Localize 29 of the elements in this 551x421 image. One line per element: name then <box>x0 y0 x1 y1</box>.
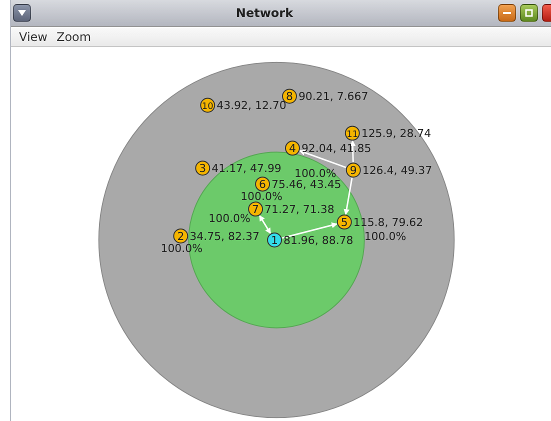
minimize-icon <box>503 12 511 14</box>
percent-label: 100.0% <box>364 230 406 243</box>
node-marker[interactable]: 11 <box>344 126 360 141</box>
coordinates-label: 126.4, 49.37 <box>362 164 432 178</box>
coordinates-label: 71.27, 71.38 <box>264 203 334 216</box>
close-button[interactable] <box>542 4 551 22</box>
maximize-button[interactable] <box>520 4 538 22</box>
node-marker[interactable]: 9 <box>346 162 361 178</box>
node-marker[interactable]: 10 <box>200 98 216 113</box>
menu-item[interactable]: Zoom <box>56 30 92 44</box>
percent-label: 100.0% <box>208 212 250 226</box>
percent-label: 100.0% <box>240 190 282 204</box>
coordinates-label: 41.17, 47.99 <box>212 162 282 176</box>
percent-label: 100.0% <box>294 167 336 180</box>
node-marker[interactable]: 4 <box>285 140 300 156</box>
coordinates-label: 90.21, 7.667 <box>298 90 368 104</box>
window-title: Network <box>234 6 294 20</box>
node-marker[interactable]: 6 <box>255 176 270 192</box>
coordinates-label: 75.46, 43.45 <box>272 178 342 192</box>
maximize-icon <box>525 9 533 17</box>
node-marker[interactable]: 5 <box>336 214 352 230</box>
coordinates-label: 34.75, 82.37 <box>190 230 260 243</box>
node-marker[interactable]: 3 <box>195 160 210 176</box>
coordinates-label: 81.96, 88.78 <box>284 234 354 247</box>
menu-item[interactable]: View <box>19 30 48 44</box>
window-menu-button[interactable] <box>13 4 31 22</box>
node-marker[interactable]: 7 <box>248 202 264 217</box>
caret-icon <box>18 10 26 16</box>
minimize-button[interactable] <box>498 4 516 22</box>
